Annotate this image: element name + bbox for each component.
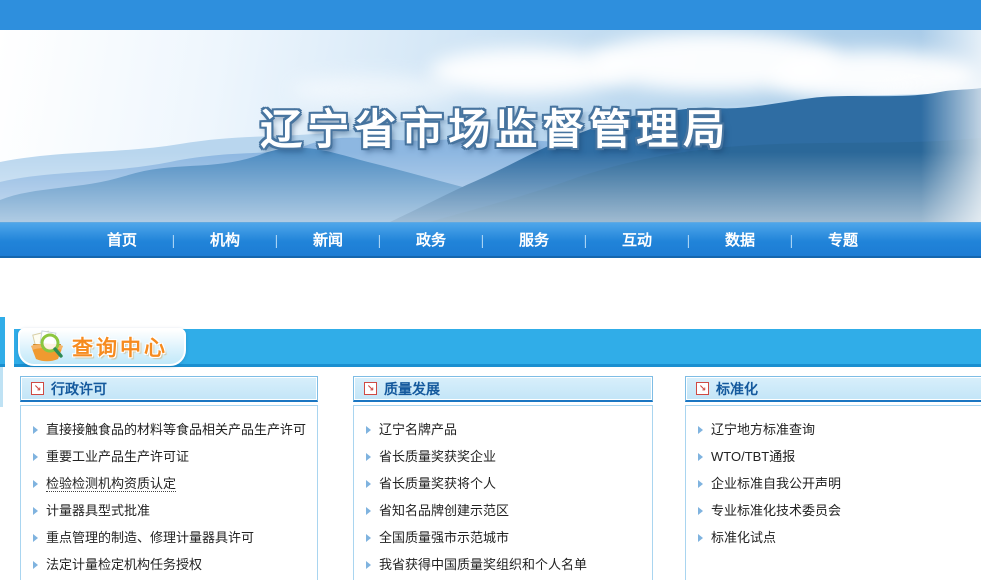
arrow-bullet-icon [698, 426, 703, 434]
query-link[interactable]: 省长质量奖获将个人 [379, 476, 496, 491]
nav-item-home[interactable]: 首页 [74, 229, 170, 250]
list-item: 检验检测机构资质认定 [33, 470, 317, 497]
arrow-bullet-icon [698, 507, 703, 515]
list-item: 辽宁地方标准查询 [698, 416, 981, 443]
arrow-bullet-icon [366, 480, 371, 488]
nav-item-interaction[interactable]: 互动 [589, 229, 685, 250]
list-item: 省长质量奖获将个人 [366, 470, 652, 497]
panel-header: ↘ 标准化 [685, 376, 981, 402]
arrow-bullet-icon [33, 561, 38, 569]
arrow-bullet-icon [33, 426, 38, 434]
query-link[interactable]: 直接接触食品的材料等食品相关产品生产许可 [46, 422, 306, 437]
query-link[interactable]: 标准化试点 [711, 530, 776, 545]
arrow-bullet-icon [366, 534, 371, 542]
panel-standardization: ↘ 标准化 辽宁地方标准查询 WTO/TBT通报 企业标准自我公开声明 专业标准… [685, 376, 981, 580]
nav-items: 首页 | 机构 | 新闻 | 政务 | 服务 | 互动 | 数据 | 专题 [74, 223, 891, 256]
list-item: 省长质量奖获奖企业 [366, 443, 652, 470]
nav-separator: | [273, 232, 280, 248]
arrow-bullet-icon [366, 561, 371, 569]
list-item: 企业标准自我公开声明 [698, 470, 981, 497]
query-center-tab[interactable]: 查询中心 [18, 328, 186, 366]
panel-administrative-licensing: ↘ 行政许可 直接接触食品的材料等食品相关产品生产许可 重要工业产品生产许可证 … [20, 376, 318, 580]
query-link[interactable]: WTO/TBT通报 [711, 449, 795, 464]
strip-left-edge [0, 317, 5, 367]
list-item: 法定计量检定机构任务授权 [33, 551, 317, 578]
arrow-bullet-icon [33, 507, 38, 515]
red-arrow-icon: ↘ [364, 382, 377, 395]
arrow-bullet-icon [698, 453, 703, 461]
arrow-bullet-icon [33, 453, 38, 461]
link-list: 直接接触食品的材料等食品相关产品生产许可 重要工业产品生产许可证 检验检测机构资… [21, 406, 317, 578]
red-arrow-icon: ↘ [31, 382, 44, 395]
panel-title: 标准化 [716, 379, 758, 399]
nav-separator: | [582, 232, 589, 248]
query-link[interactable]: 检验检测机构资质认定 [46, 476, 176, 492]
nav-separator: | [479, 232, 486, 248]
query-link[interactable]: 企业标准自我公开声明 [711, 476, 841, 491]
list-item: 专业标准化技术委员会 [698, 497, 981, 524]
arrow-bullet-icon [698, 534, 703, 542]
list-item: 重要工业产品生产许可证 [33, 443, 317, 470]
nav-separator: | [376, 232, 383, 248]
list-item: 重点管理的制造、修理计量器具许可 [33, 524, 317, 551]
panel-title: 质量发展 [384, 379, 440, 399]
list-item: 计量器具型式批准 [33, 497, 317, 524]
nav-item-organization[interactable]: 机构 [177, 229, 273, 250]
query-link[interactable]: 省知名品牌创建示范区 [379, 503, 509, 518]
nav-separator: | [788, 232, 795, 248]
arrow-bullet-icon [33, 480, 38, 488]
arrow-bullet-icon [366, 507, 371, 515]
strip-left-edge-lower [0, 367, 3, 407]
query-link[interactable]: 辽宁名牌产品 [379, 422, 457, 437]
panel-quality-development: ↘ 质量发展 辽宁名牌产品 省长质量奖获奖企业 省长质量奖获将个人 省知名品牌创… [353, 376, 653, 580]
query-link[interactable]: 法定计量检定机构任务授权 [46, 557, 202, 572]
link-list: 辽宁名牌产品 省长质量奖获奖企业 省长质量奖获将个人 省知名品牌创建示范区 全国… [354, 406, 652, 578]
link-list: 辽宁地方标准查询 WTO/TBT通报 企业标准自我公开声明 专业标准化技术委员会… [686, 406, 981, 551]
nav-item-data[interactable]: 数据 [692, 229, 788, 250]
arrow-bullet-icon [366, 453, 371, 461]
query-center-label: 查询中心 [72, 332, 168, 362]
main-nav: 首页 | 机构 | 新闻 | 政务 | 服务 | 互动 | 数据 | 专题 [0, 222, 981, 258]
panel-body: 辽宁地方标准查询 WTO/TBT通报 企业标准自我公开声明 专业标准化技术委员会… [685, 405, 981, 580]
nav-item-services[interactable]: 服务 [486, 229, 582, 250]
list-item: 辽宁名牌产品 [366, 416, 652, 443]
query-link[interactable]: 重点管理的制造、修理计量器具许可 [46, 530, 254, 545]
panel-title: 行政许可 [51, 379, 107, 399]
list-item: 标准化试点 [698, 524, 981, 551]
banner: 辽宁省市场监督管理局 [0, 30, 981, 222]
list-item: 全国质量强市示范城市 [366, 524, 652, 551]
list-item: 直接接触食品的材料等食品相关产品生产许可 [33, 416, 317, 443]
panel-header: ↘ 质量发展 [353, 376, 653, 402]
banner-fade [921, 30, 981, 222]
nav-separator: | [685, 232, 692, 248]
panel-body: 直接接触食品的材料等食品相关产品生产许可 重要工业产品生产许可证 检验检测机构资… [20, 405, 318, 580]
list-item: 我省获得中国质量奖组织和个人名单 [366, 551, 652, 578]
arrow-bullet-icon [33, 534, 38, 542]
nav-item-government-affairs[interactable]: 政务 [383, 229, 479, 250]
query-link[interactable]: 专业标准化技术委员会 [711, 503, 841, 518]
folder-search-icon [26, 330, 68, 364]
red-arrow-icon: ↘ [696, 382, 709, 395]
panel-header: ↘ 行政许可 [20, 376, 318, 402]
site-title: 辽宁省市场监督管理局 [260, 96, 730, 157]
panel-body: 辽宁名牌产品 省长质量奖获奖企业 省长质量奖获将个人 省知名品牌创建示范区 全国… [353, 405, 653, 580]
query-link[interactable]: 辽宁地方标准查询 [711, 422, 815, 437]
query-link[interactable]: 我省获得中国质量奖组织和个人名单 [379, 557, 587, 572]
banner-haze [0, 152, 981, 222]
page: 辽宁省市场监督管理局 首页 | 机构 | 新闻 | 政务 | 服务 | 互动 |… [0, 0, 981, 580]
query-link[interactable]: 省长质量奖获奖企业 [379, 449, 496, 464]
arrow-bullet-icon [366, 426, 371, 434]
list-item: 省知名品牌创建示范区 [366, 497, 652, 524]
nav-separator: | [170, 232, 177, 248]
query-link[interactable]: 全国质量强市示范城市 [379, 530, 509, 545]
list-item: WTO/TBT通报 [698, 443, 981, 470]
top-bar [0, 0, 981, 30]
query-link[interactable]: 重要工业产品生产许可证 [46, 449, 189, 464]
arrow-bullet-icon [698, 480, 703, 488]
query-link[interactable]: 计量器具型式批准 [46, 503, 150, 518]
nav-item-special-topics[interactable]: 专题 [795, 229, 891, 250]
nav-item-news[interactable]: 新闻 [280, 229, 376, 250]
